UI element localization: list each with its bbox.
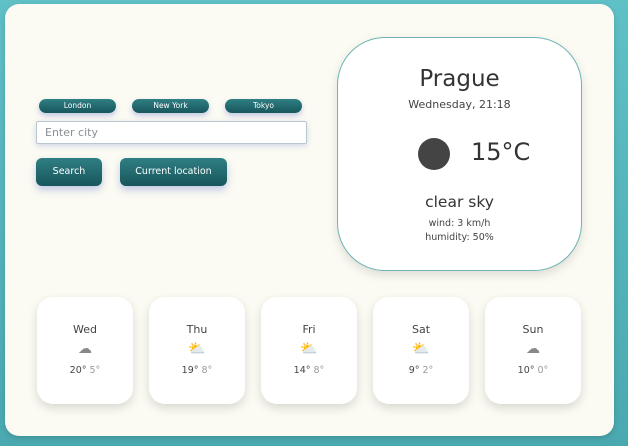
city-button-london[interactable]: London — [39, 99, 116, 113]
forecast-temps: 19° 8° — [149, 365, 245, 376]
search-button[interactable]: Search — [36, 158, 102, 186]
cloud-icon: ☁ — [78, 341, 92, 357]
forecast-day-name: Sat — [411, 323, 431, 336]
forecast-min: 8° — [313, 365, 325, 376]
forecast-day-name: Wed — [73, 323, 97, 336]
forecast-min: 8° — [201, 365, 213, 376]
weather-app: London New York Tokyo Search Current loc… — [5, 4, 614, 436]
forecast-day-card: Fri ⛅ 14° 8° — [261, 297, 357, 404]
forecast-min: 2° — [422, 365, 434, 376]
forecast-temps: 10° 0° — [485, 365, 581, 376]
forecast-min: 5° — [89, 365, 101, 376]
city-search-input[interactable] — [36, 121, 307, 144]
current-location-button[interactable]: Current location — [120, 158, 227, 186]
forecast-min: 0° — [537, 365, 549, 376]
forecast-max: 14° — [293, 365, 311, 376]
city-button-new-york[interactable]: New York — [132, 99, 209, 113]
current-weather-card: Prague Wednesday, 21:18 15°C clear sky w… — [337, 37, 582, 271]
forecast-day-card: Sun ☁ 10° 0° — [485, 297, 581, 404]
cloud-icon: ☁ — [526, 341, 540, 357]
forecast-temps: 20° 5° — [37, 365, 133, 376]
city-button-tokyo[interactable]: Tokyo — [225, 99, 302, 113]
forecast-temps: 9° 2° — [373, 365, 469, 376]
current-description: clear sky — [425, 193, 494, 211]
forecast-max: 9° — [408, 365, 420, 376]
forecast-day-card: Wed ☁ 20° 5° — [37, 297, 133, 404]
dark-circle-icon — [418, 138, 450, 170]
forecast-day-name: Thu — [186, 323, 208, 336]
forecast-day-card: Sat ⛅ 9° 2° — [373, 297, 469, 404]
forecast-day-name: Sun — [522, 323, 544, 336]
sun-cloud-icon: ⛅ — [300, 341, 318, 357]
forecast-max: 10° — [517, 365, 535, 376]
current-temperature: 15°C — [471, 138, 531, 166]
forecast-max: 19° — [181, 365, 199, 376]
forecast-day-name: Fri — [302, 323, 316, 336]
forecast-max: 20° — [69, 365, 87, 376]
forecast-temps: 14° 8° — [261, 365, 357, 376]
current-datetime: Wednesday, 21:18 — [408, 98, 511, 111]
sun-cloud-icon: ⛅ — [188, 341, 206, 357]
current-city: Prague — [419, 66, 500, 92]
forecast-day-card: Thu ⛅ 19° 8° — [149, 297, 245, 404]
sun-cloud-icon: ⛅ — [412, 341, 430, 357]
current-humidity: humidity: 50% — [425, 232, 494, 243]
current-wind: wind: 3 km/h — [428, 218, 491, 229]
